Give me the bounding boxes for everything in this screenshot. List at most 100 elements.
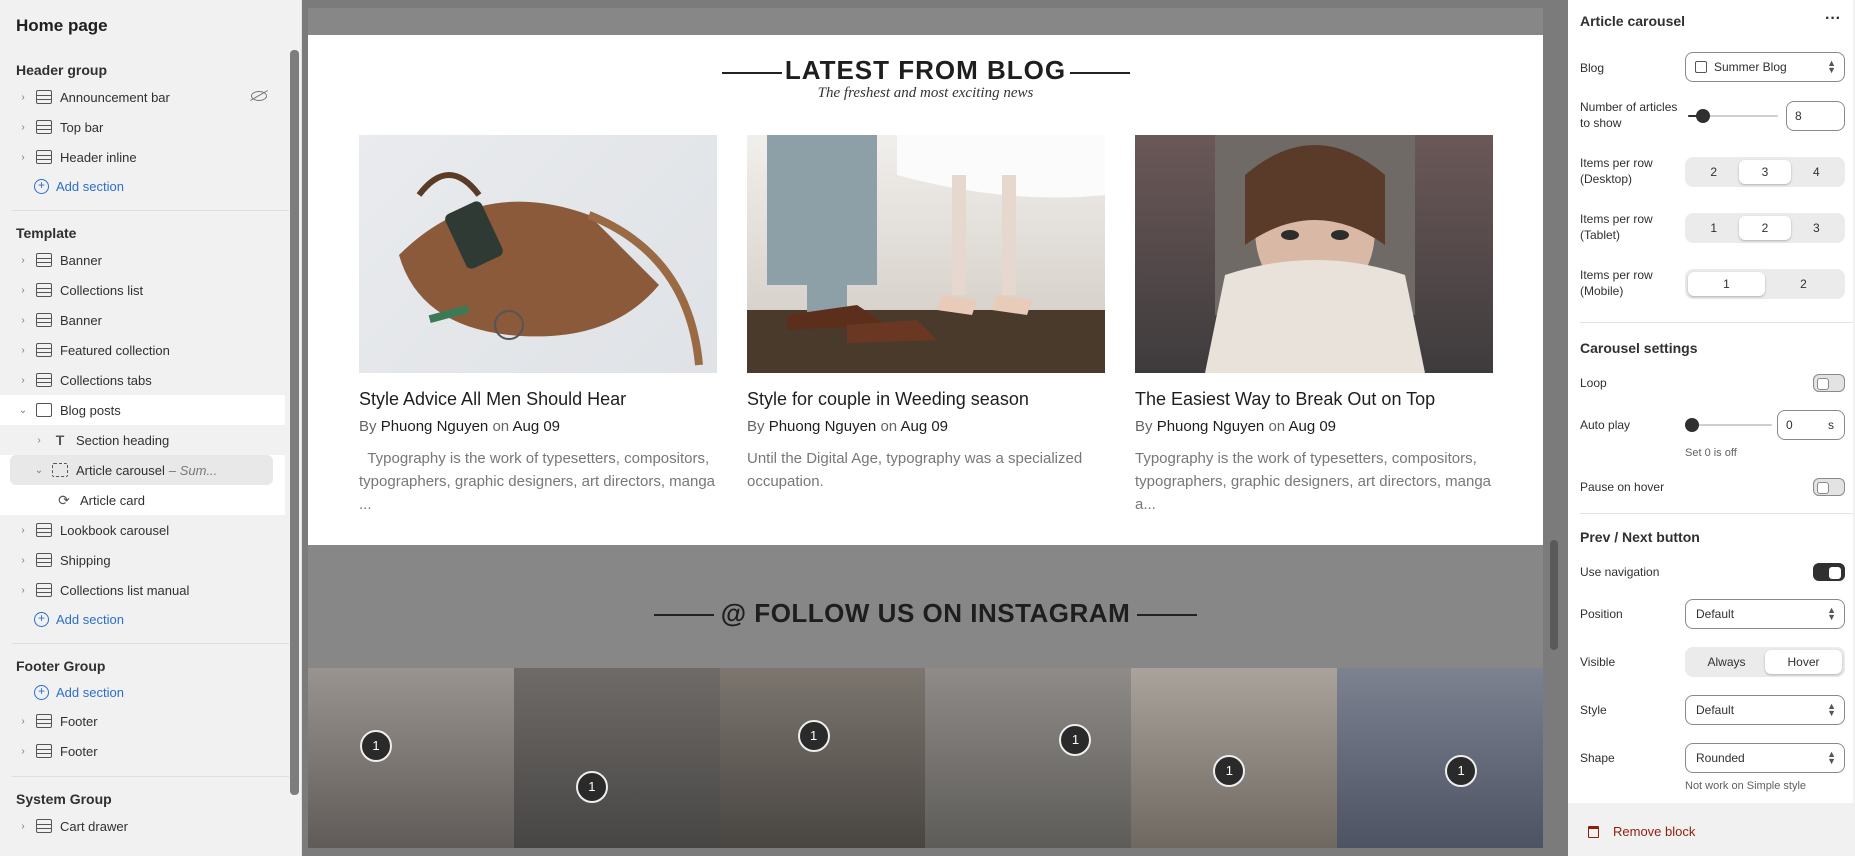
chevron-right-icon: › (21, 121, 25, 133)
sidebar-item-announcement-bar[interactable]: › Announcement bar (0, 82, 301, 112)
sidebar-item-banner-2[interactable]: › Banner (0, 305, 301, 335)
article-title[interactable]: Style Advice All Men Should Hear (359, 389, 717, 410)
article-image[interactable] (359, 135, 717, 373)
article-author[interactable]: Phuong Nguyen (381, 418, 489, 435)
num-articles-label: Number of articles to show (1580, 100, 1678, 130)
hotspot-pin[interactable]: 1 (1445, 755, 1478, 787)
instagram-section[interactable]: @ FOLLOW US ON INSTAGRAM (308, 598, 1543, 629)
instagram-photo[interactable]: 1 (719, 668, 926, 848)
article-title[interactable]: The Easiest Way to Break Out on Top (1135, 389, 1493, 410)
hotspot-pin[interactable]: 1 (575, 771, 608, 803)
add-section-template-button[interactable]: + Add section (0, 605, 301, 633)
sidebar-item-article-carousel[interactable]: ⌄ Article carousel – Sum... (10, 455, 273, 485)
add-section-header-button[interactable]: + Add section (0, 172, 301, 200)
segment-option-3[interactable]: 3 (1791, 216, 1842, 240)
segment-option-hover[interactable]: Hover (1765, 650, 1842, 674)
sidebar-item-blog-posts[interactable]: ⌄ Blog posts (0, 395, 285, 425)
instagram-photo[interactable]: 1 (1337, 668, 1543, 848)
sidebar-item-footer-2[interactable]: › Footer (0, 736, 301, 766)
add-section-footer-button[interactable]: + Add section (0, 678, 301, 706)
pause-on-hover-toggle[interactable] (1813, 478, 1845, 496)
instagram-photo[interactable]: 1 (513, 668, 720, 848)
section-icon (36, 343, 52, 357)
sidebar-item-collections-tabs[interactable]: › Collections tabs (0, 365, 301, 395)
remove-block-button[interactable]: Remove block (1588, 824, 1695, 839)
use-navigation-toggle[interactable] (1813, 563, 1845, 581)
refresh-cycle-icon: ⟳ (58, 492, 70, 508)
hotspot-pin[interactable]: 1 (797, 720, 830, 752)
carousel-settings-heading: Carousel settings (1580, 340, 1698, 356)
blog-section[interactable]: LATEST FROM BLOG The freshest and most e… (308, 35, 1543, 545)
sidebar-item-section-heading[interactable]: › T Section heading (0, 425, 285, 455)
shape-select[interactable]: Rounded ▲ ▼ (1685, 743, 1845, 773)
pause-on-hover-label: Pause on hover (1580, 480, 1665, 494)
instagram-photo[interactable]: 1 (1131, 668, 1338, 848)
loop-toggle[interactable] (1813, 374, 1845, 392)
style-select[interactable]: Default ▲ ▼ (1685, 695, 1845, 725)
divider (1580, 322, 1853, 323)
sidebar-item-article-card[interactable]: ⟳ Article card (0, 485, 285, 515)
autoplay-slider-handle[interactable] (1685, 418, 1699, 432)
article-excerpt: Until the Digital Age, typography was a … (747, 450, 1083, 490)
sidebar-item-footer[interactable]: › Footer (0, 706, 301, 736)
desktop-items-segmented[interactable]: 2 3 4 (1685, 157, 1845, 187)
sidebar-item-label: Header inline (60, 149, 137, 165)
sidebar-item-collections-list[interactable]: › Collections list (0, 275, 301, 305)
article-excerpt: Typography is the work of typesetters, c… (359, 450, 720, 513)
preview-scrollbar[interactable] (1550, 540, 1558, 650)
sidebar-item-header-inline[interactable]: › Header inline (0, 142, 301, 172)
loop-label: Loop (1580, 376, 1607, 390)
instagram-photo[interactable]: 1 (925, 668, 1132, 848)
chevron-down-icon[interactable]: ⌄ (32, 465, 46, 476)
segment-option-1[interactable]: 1 (1688, 272, 1765, 296)
article-card[interactable]: Style Advice All Men Should Hear By Phuo… (359, 135, 717, 516)
article-image[interactable] (1135, 135, 1493, 373)
section-icon (36, 313, 52, 327)
article-author[interactable]: Phuong Nguyen (1157, 418, 1265, 435)
article-image[interactable] (747, 135, 1105, 373)
segment-option-2[interactable]: 2 (1765, 272, 1842, 296)
sidebar-item-shipping[interactable]: › Shipping (0, 545, 301, 575)
position-select[interactable]: Default ▲ ▼ (1685, 599, 1845, 629)
hotspot-pin[interactable]: 1 (1059, 724, 1092, 756)
segment-option-4[interactable]: 4 (1791, 160, 1842, 184)
article-card[interactable]: The Easiest Way to Break Out on Top By P… (1135, 135, 1493, 516)
meta-on: on (492, 418, 510, 435)
sidebar-item-top-bar[interactable]: › Top bar (0, 112, 301, 142)
autoplay-help: Set 0 is off (1685, 447, 1737, 459)
hidden-eye-icon[interactable] (251, 91, 267, 101)
segment-option-3[interactable]: 3 (1739, 160, 1791, 184)
article-author[interactable]: Phuong Nguyen (769, 418, 877, 435)
chevron-down-icon[interactable]: ⌄ (16, 405, 30, 416)
sidebar-item-banner[interactable]: › Banner (0, 245, 301, 275)
instagram-photo[interactable]: 1 (308, 668, 514, 848)
autoplay-input[interactable]: 0 s (1777, 410, 1845, 440)
position-label: Position (1580, 607, 1623, 621)
hotspot-pin[interactable]: 1 (1213, 755, 1246, 787)
autoplay-slider-track[interactable] (1688, 424, 1772, 426)
page-title: Home page (16, 16, 108, 35)
article-title[interactable]: Style for couple in Weeding season (747, 389, 1105, 410)
blog-picker[interactable]: Summer Blog ▲ ▼ (1685, 52, 1845, 82)
article-card[interactable]: Style for couple in Weeding season By Ph… (747, 135, 1105, 493)
segment-option-1[interactable]: 1 (1688, 216, 1739, 240)
chevron-right-icon: › (21, 745, 25, 757)
num-articles-input[interactable]: 8 (1786, 101, 1845, 131)
divider (1580, 513, 1853, 514)
num-articles-slider-handle[interactable] (1696, 109, 1710, 123)
segment-option-2[interactable]: 2 (1688, 160, 1739, 184)
sidebar-item-featured-collection[interactable]: › Featured collection (0, 335, 301, 365)
sidebar-item-collections-list-manual[interactable]: › Collections list manual (0, 575, 301, 605)
sidebar-item-lookbook-carousel[interactable]: › Lookbook carousel (0, 515, 301, 545)
segment-option-2[interactable]: 2 (1739, 216, 1791, 240)
hotspot-pin[interactable]: 1 (360, 730, 392, 762)
more-horizontal-icon[interactable]: ··· (1825, 11, 1841, 29)
visible-segmented[interactable]: Always Hover (1685, 647, 1845, 677)
segment-option-always[interactable]: Always (1688, 650, 1765, 674)
mobile-items-segmented[interactable]: 1 2 (1685, 269, 1845, 299)
sidebar-item-label: Banner (60, 312, 102, 328)
sidebar-item-cart-drawer[interactable]: › Cart drawer (0, 811, 301, 841)
meta-on: on (880, 418, 898, 435)
article-date: Aug 09 (900, 418, 949, 435)
tablet-items-segmented[interactable]: 1 2 3 (1685, 213, 1845, 243)
